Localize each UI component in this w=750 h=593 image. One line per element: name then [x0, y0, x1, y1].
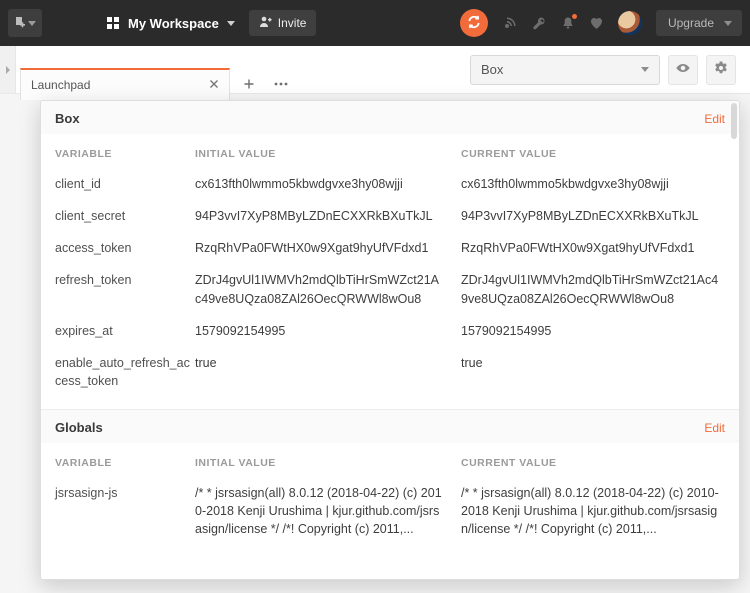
- scope-header-box: Box Edit: [41, 101, 739, 134]
- scrollbar-thumb[interactable]: [731, 103, 737, 139]
- tab-launchpad[interactable]: Launchpad: [20, 68, 230, 100]
- table-row: enable_auto_refresh_access_token true tr…: [41, 347, 739, 397]
- var-initial: 1579092154995: [195, 322, 461, 340]
- environment-quicklook-popup: Box Edit VARIABLE INITIAL VALUE CURRENT …: [40, 100, 740, 580]
- var-name: enable_auto_refresh_access_token: [55, 354, 195, 390]
- invite-label: Invite: [278, 16, 307, 30]
- var-initial: RzqRhVPa0FWtHX0w9Xgat9hyUfVFdxd1: [195, 239, 461, 257]
- tab-strip: Launchpad: [20, 68, 294, 100]
- workspace-label: My Workspace: [128, 16, 219, 31]
- close-icon[interactable]: [209, 78, 219, 92]
- scope-title: Globals: [55, 420, 103, 435]
- upgrade-button[interactable]: Upgrade: [656, 10, 742, 36]
- environment-selector[interactable]: Box: [470, 55, 660, 85]
- var-current: ZDrJ4gvUl1IWMVh2mdQlbTiHrSmWZct21Ac49ve8…: [461, 271, 725, 307]
- var-initial: cx613fth0lwmmo5kbwdgvxe3hy08wjji: [195, 175, 461, 193]
- scope-body-globals: VARIABLE INITIAL VALUE CURRENT VALUE jsr…: [41, 443, 739, 557]
- table-row: client_id cx613fth0lwmmo5kbwdgvxe3hy08wj…: [41, 168, 739, 200]
- workspace-switcher[interactable]: My Workspace: [106, 16, 235, 31]
- heart-icon[interactable]: [589, 16, 604, 31]
- table-row: refresh_token ZDrJ4gvUl1IWMVh2mdQlbTiHrS…: [41, 264, 739, 314]
- scope-edit-link[interactable]: Edit: [704, 112, 725, 126]
- scrollbar-track[interactable]: [729, 101, 739, 579]
- settings-button[interactable]: [706, 55, 736, 85]
- col-initial: INITIAL VALUE: [195, 148, 461, 160]
- app-bar: My Workspace Invite Upgrade: [0, 0, 750, 46]
- upgrade-label: Upgrade: [668, 16, 714, 30]
- bell-icon[interactable]: [561, 16, 575, 30]
- var-current: 1579092154995: [461, 322, 725, 340]
- person-plus-icon: [259, 15, 272, 31]
- new-menu-button[interactable]: [8, 9, 42, 37]
- var-current: /* * jsrsasign(all) 8.0.12 (2018-04-22) …: [461, 484, 725, 538]
- tab-options-button[interactable]: [268, 71, 294, 97]
- col-variable: VARIABLE: [55, 148, 195, 160]
- chevron-down-icon: [227, 21, 235, 26]
- environment-quicklook-button[interactable]: [668, 55, 698, 85]
- column-headers: VARIABLE INITIAL VALUE CURRENT VALUE: [41, 447, 739, 477]
- var-name: client_secret: [55, 207, 195, 225]
- eye-icon: [675, 60, 691, 79]
- col-variable: VARIABLE: [55, 457, 195, 469]
- new-tab-button[interactable]: [236, 71, 262, 97]
- table-row: expires_at 1579092154995 1579092154995: [41, 315, 739, 347]
- var-name: expires_at: [55, 322, 195, 340]
- scope-header-globals: Globals Edit: [41, 410, 739, 443]
- var-name: jsrsasign-js: [55, 484, 195, 538]
- chevron-down-icon: [28, 21, 36, 26]
- invite-button[interactable]: Invite: [249, 10, 317, 36]
- col-current: CURRENT VALUE: [461, 457, 725, 469]
- chevron-down-icon: [641, 67, 649, 72]
- var-name: access_token: [55, 239, 195, 257]
- var-initial: 94P3vvI7XyP8MByLZDnECXXRkBXuTkJL: [195, 207, 461, 225]
- scope-body-box: VARIABLE INITIAL VALUE CURRENT VALUE cli…: [41, 134, 739, 409]
- col-current: CURRENT VALUE: [461, 148, 725, 160]
- var-name: client_id: [55, 175, 195, 193]
- var-current: cx613fth0lwmmo5kbwdgvxe3hy08wjji: [461, 175, 725, 193]
- wrench-icon[interactable]: [532, 16, 547, 31]
- file-plus-icon: [14, 16, 26, 31]
- environment-selected-label: Box: [481, 62, 503, 77]
- grid-icon: [106, 16, 120, 30]
- gear-icon: [713, 60, 729, 79]
- var-current: 94P3vvI7XyP8MByLZDnECXXRkBXuTkJL: [461, 207, 725, 225]
- scope-edit-link[interactable]: Edit: [704, 421, 725, 435]
- tab-label: Launchpad: [31, 78, 90, 92]
- var-name: refresh_token: [55, 271, 195, 307]
- var-initial: true: [195, 354, 461, 390]
- column-headers: VARIABLE INITIAL VALUE CURRENT VALUE: [41, 138, 739, 168]
- var-initial: ZDrJ4gvUl1IWMVh2mdQlbTiHrSmWZct21Ac49ve8…: [195, 271, 461, 307]
- sync-icon: [467, 15, 481, 32]
- history-sidebar-toggle[interactable]: [0, 46, 16, 93]
- var-current: true: [461, 354, 725, 390]
- table-row: client_secret 94P3vvI7XyP8MByLZDnECXXRkB…: [41, 200, 739, 232]
- sync-button[interactable]: [460, 9, 488, 37]
- chevron-down-icon: [724, 21, 732, 26]
- app-bar-right: Upgrade: [460, 9, 742, 37]
- avatar[interactable]: [618, 11, 642, 35]
- table-row: access_token RzqRhVPa0FWtHX0w9Xgat9hyUfV…: [41, 232, 739, 264]
- satellite-icon[interactable]: [502, 15, 518, 31]
- var-initial: /* * jsrsasign(all) 8.0.12 (2018-04-22) …: [195, 484, 461, 538]
- table-row: jsrsasign-js /* * jsrsasign(all) 8.0.12 …: [41, 477, 739, 545]
- var-current: RzqRhVPa0FWtHX0w9Xgat9hyUfVFdxd1: [461, 239, 725, 257]
- col-initial: INITIAL VALUE: [195, 457, 461, 469]
- scope-title: Box: [55, 111, 80, 126]
